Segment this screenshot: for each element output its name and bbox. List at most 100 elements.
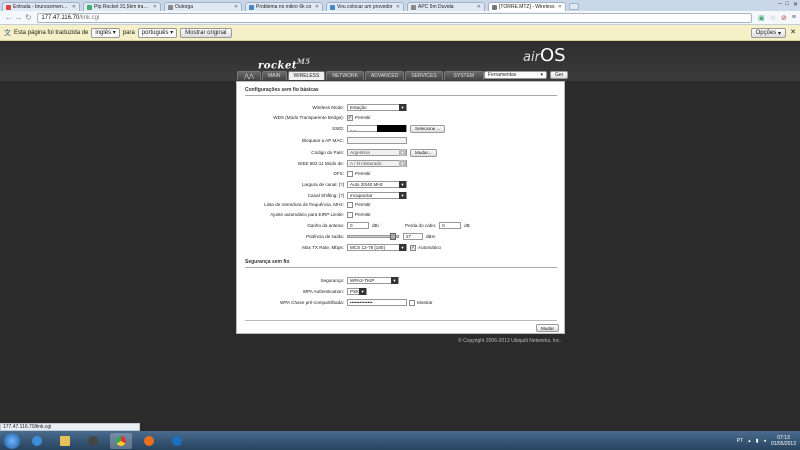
tray-arrow-icon[interactable]: ▴ bbox=[748, 438, 751, 444]
options-button[interactable]: Opções ▾ bbox=[750, 28, 786, 38]
browser-tab-active[interactable]: [TORRE.MTZ] - Wireless ✕ bbox=[488, 2, 566, 11]
tx-rate-row: Max TX Rate, Mbps: MCS 12-78 [180] ▼ ✓ Aut… bbox=[302, 243, 441, 251]
reload-icon[interactable]: ↻ bbox=[24, 13, 34, 22]
slider-knob[interactable] bbox=[389, 233, 396, 240]
close-tab-icon[interactable]: ✕ bbox=[315, 4, 319, 10]
wrench-menu-icon[interactable]: ≡ bbox=[792, 14, 796, 22]
close-tab-icon[interactable]: ✕ bbox=[234, 4, 238, 10]
close-window-icon[interactable]: ✕ bbox=[793, 1, 798, 8]
clock[interactable]: 07:13 01/05/2013 bbox=[771, 435, 796, 447]
back-arrow-icon[interactable]: ← bbox=[4, 13, 14, 22]
close-tab-icon[interactable]: ✕ bbox=[72, 4, 76, 10]
close-tab-icon[interactable]: ✕ bbox=[153, 4, 157, 10]
ssid-input[interactable]: _ _ bbox=[347, 125, 407, 132]
basic-section-title: Configurações sem fio básicas bbox=[245, 87, 319, 93]
language-indicator[interactable]: PT bbox=[737, 438, 743, 444]
dfs-checkbox[interactable] bbox=[347, 170, 353, 177]
taskbar-media-icon[interactable] bbox=[82, 433, 104, 449]
tx-rate-select[interactable]: MCS 12-78 [180] ▼ bbox=[347, 243, 407, 251]
channel-width-select[interactable]: Auto 20/40 MHz ▼ bbox=[347, 180, 407, 188]
browser-status-url: 177.47.116.70/link.cgi bbox=[0, 423, 140, 431]
new-tab-button[interactable] bbox=[569, 3, 579, 10]
show-key-checkbox[interactable] bbox=[409, 299, 415, 306]
tab-network[interactable]: NETWORK bbox=[326, 71, 364, 80]
output-power-slider[interactable] bbox=[347, 233, 399, 240]
network-icon[interactable]: ▮ bbox=[756, 438, 759, 444]
tab-advanced[interactable]: ADVANCED bbox=[364, 71, 405, 80]
tab-services[interactable]: SERVICES bbox=[405, 71, 443, 80]
wireless-mode-select[interactable]: Estação ▼ bbox=[347, 103, 407, 111]
chevron-down-icon: ▼ bbox=[359, 287, 366, 295]
tab-system[interactable]: SYSTEM bbox=[443, 71, 485, 80]
ieee-mode-select[interactable]: A / N misturado ▼ bbox=[347, 159, 407, 167]
source-language-select[interactable]: inglês ▾ bbox=[91, 27, 120, 38]
wpa-auth-row: WPA Authentication: PSK ▼ bbox=[237, 287, 566, 296]
wpa-auth-select[interactable]: PSK ▼ bbox=[347, 287, 367, 295]
lock-ap-mac-input[interactable] bbox=[347, 137, 407, 144]
close-tab-icon[interactable]: ✕ bbox=[558, 4, 562, 10]
minimize-icon[interactable]: – bbox=[778, 1, 781, 8]
browser-tab[interactable]: Ptp Rocket 31,5km travan ✕ bbox=[83, 2, 161, 11]
target-language-select[interactable]: português ▾ bbox=[137, 27, 178, 38]
taskbar-app-icon[interactable] bbox=[166, 433, 188, 449]
footer-divider bbox=[245, 320, 557, 321]
url-input[interactable]: 177.47.116.70/link.cgi bbox=[37, 12, 753, 23]
star-icon[interactable]: ☆ bbox=[770, 14, 776, 22]
browser-tab[interactable]: Outorga ✕ bbox=[164, 2, 242, 11]
tab-main[interactable]: MAIN bbox=[262, 71, 287, 80]
chevron-down-icon: ▾ bbox=[112, 30, 116, 36]
chevron-down-icon: ▼ bbox=[399, 180, 406, 188]
volume-icon[interactable]: ◂ bbox=[763, 438, 766, 444]
copyright-text: © Copyright 2006-2012 Ubiquiti Networks,… bbox=[458, 338, 561, 344]
wpa-key-input[interactable]: •••••••••••••• bbox=[347, 299, 407, 306]
tab-wireless[interactable]: WIRELESS bbox=[287, 71, 326, 80]
tools-go-button[interactable]: Ger bbox=[550, 71, 569, 79]
translate-bar: 文 Esta página foi traduzida de inglês ▾ … bbox=[0, 25, 800, 41]
forward-arrow-icon[interactable]: → bbox=[14, 13, 24, 22]
change-button[interactable]: Mudar bbox=[536, 324, 560, 332]
taskbar-chrome-icon[interactable] bbox=[110, 432, 132, 449]
output-power-row: Potência de saída: 27 dBm bbox=[305, 233, 436, 240]
translate-icon[interactable]: ▣ bbox=[758, 14, 765, 22]
country-select[interactable]: Argentina ▼ bbox=[347, 148, 407, 156]
cable-loss-input[interactable]: 0 bbox=[439, 222, 462, 229]
ieee-mode-row: IEEE 802.11 Modo de: A / N misturado ▼ bbox=[237, 159, 566, 168]
close-tab-icon[interactable]: ✕ bbox=[396, 4, 400, 10]
taskbar-ie-icon[interactable] bbox=[26, 433, 48, 449]
taskbar-explorer-icon[interactable] bbox=[54, 433, 76, 449]
channel-width-row: Largura de canal: [?] Auto 20/40 MHz ▼ bbox=[237, 180, 566, 189]
start-button[interactable] bbox=[4, 432, 20, 449]
scan-list-checkbox[interactable] bbox=[347, 201, 353, 208]
channel-shifting-select[interactable]: Incapacitar ▼ bbox=[347, 191, 407, 199]
taskbar-firefox-icon[interactable] bbox=[138, 433, 160, 449]
maximize-icon[interactable]: □ bbox=[785, 1, 789, 8]
channel-shifting-row: Canal Shifting: [?] Incapacitar ▼ bbox=[237, 191, 566, 200]
change-country-button[interactable]: Mudar... bbox=[410, 148, 437, 157]
blocked-icon[interactable]: ⊘ bbox=[781, 14, 787, 22]
select-ssid-button[interactable]: Selecione ... bbox=[410, 124, 446, 133]
forum-favicon-icon bbox=[87, 4, 92, 10]
tools-select[interactable]: Ferramentas ▾ bbox=[484, 71, 547, 79]
close-translate-bar-icon[interactable]: ✕ bbox=[790, 28, 796, 36]
chevron-down-icon: ▼ bbox=[399, 243, 406, 251]
eirp-row: Ajuste automático para EIRP Limite: Perm… bbox=[270, 211, 371, 218]
show-original-button[interactable]: Mostrar original bbox=[180, 27, 232, 38]
browser-tab[interactable]: Problema no mikro 6k co ✕ bbox=[245, 2, 323, 11]
eirp-checkbox[interactable] bbox=[347, 211, 353, 218]
chevron-down-icon: ▾ bbox=[540, 72, 543, 78]
airos-logo: airOS bbox=[523, 45, 566, 66]
wds-checkbox[interactable]: ✓ bbox=[347, 114, 353, 121]
security-section-title: Segurança sem fio bbox=[245, 259, 290, 265]
chevron-down-icon: ▾ bbox=[170, 30, 174, 36]
ubnt-logo-tab[interactable]: ⋀⋀ bbox=[237, 71, 261, 80]
browser-tab[interactable]: APC 5m Duvida ✕ bbox=[407, 2, 485, 11]
security-select[interactable]: WPA2-TKIP ▼ bbox=[347, 276, 399, 284]
browser-tab[interactable]: Entrada - brunocemenyi@ ✕ bbox=[2, 2, 80, 11]
browser-tab[interactable]: Vou colocar um provedor ✕ bbox=[326, 2, 404, 11]
system-tray: PT ▴ ▮ ◂ 07:13 01/05/2013 bbox=[737, 431, 796, 450]
tx-rate-auto-checkbox[interactable]: ✓ bbox=[410, 244, 416, 251]
security-row: Segurança: WPA2-TKIP ▼ bbox=[237, 276, 566, 285]
antenna-gain-input[interactable]: 0 bbox=[347, 222, 369, 229]
output-power-input[interactable]: 27 bbox=[403, 233, 423, 240]
close-tab-icon[interactable]: ✕ bbox=[477, 4, 481, 10]
